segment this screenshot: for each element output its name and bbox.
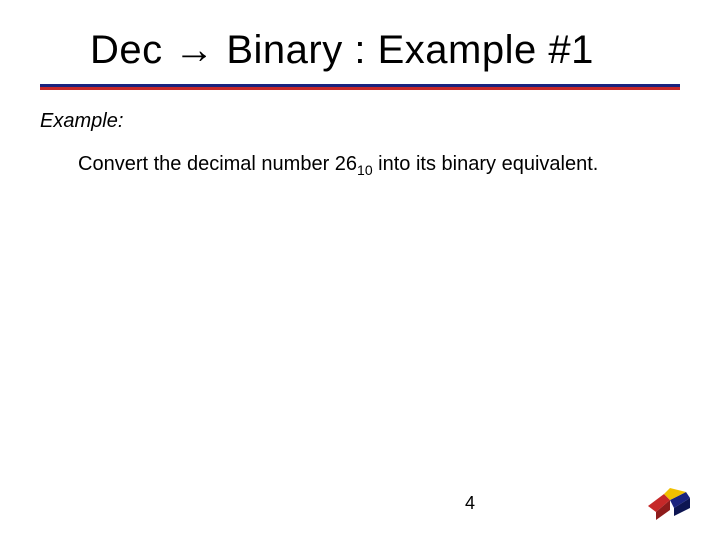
slide: Dec → Binary : Example #1 Example: Conve…	[0, 0, 720, 540]
example-label: Example:	[40, 110, 123, 133]
body-suffix: into its binary equivalent.	[373, 153, 599, 175]
body-prefix: Convert the decimal number 26	[78, 153, 357, 175]
page-title: Dec → Binary : Example #1	[90, 28, 670, 73]
logo-icon	[646, 486, 692, 524]
title-underline	[40, 84, 680, 90]
body-text: Convert the decimal number 2610 into its…	[78, 150, 660, 181]
body-subscript: 10	[357, 162, 373, 178]
page-number: 4	[0, 493, 720, 514]
underline-red	[40, 87, 680, 90]
